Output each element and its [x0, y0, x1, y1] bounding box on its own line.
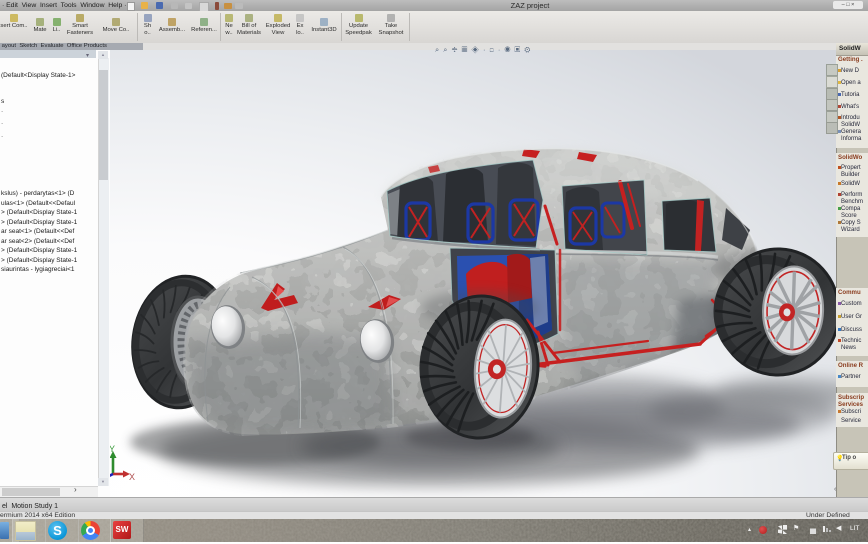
svg-text:Y: Y: [110, 444, 115, 454]
svg-text:X: X: [129, 472, 135, 482]
